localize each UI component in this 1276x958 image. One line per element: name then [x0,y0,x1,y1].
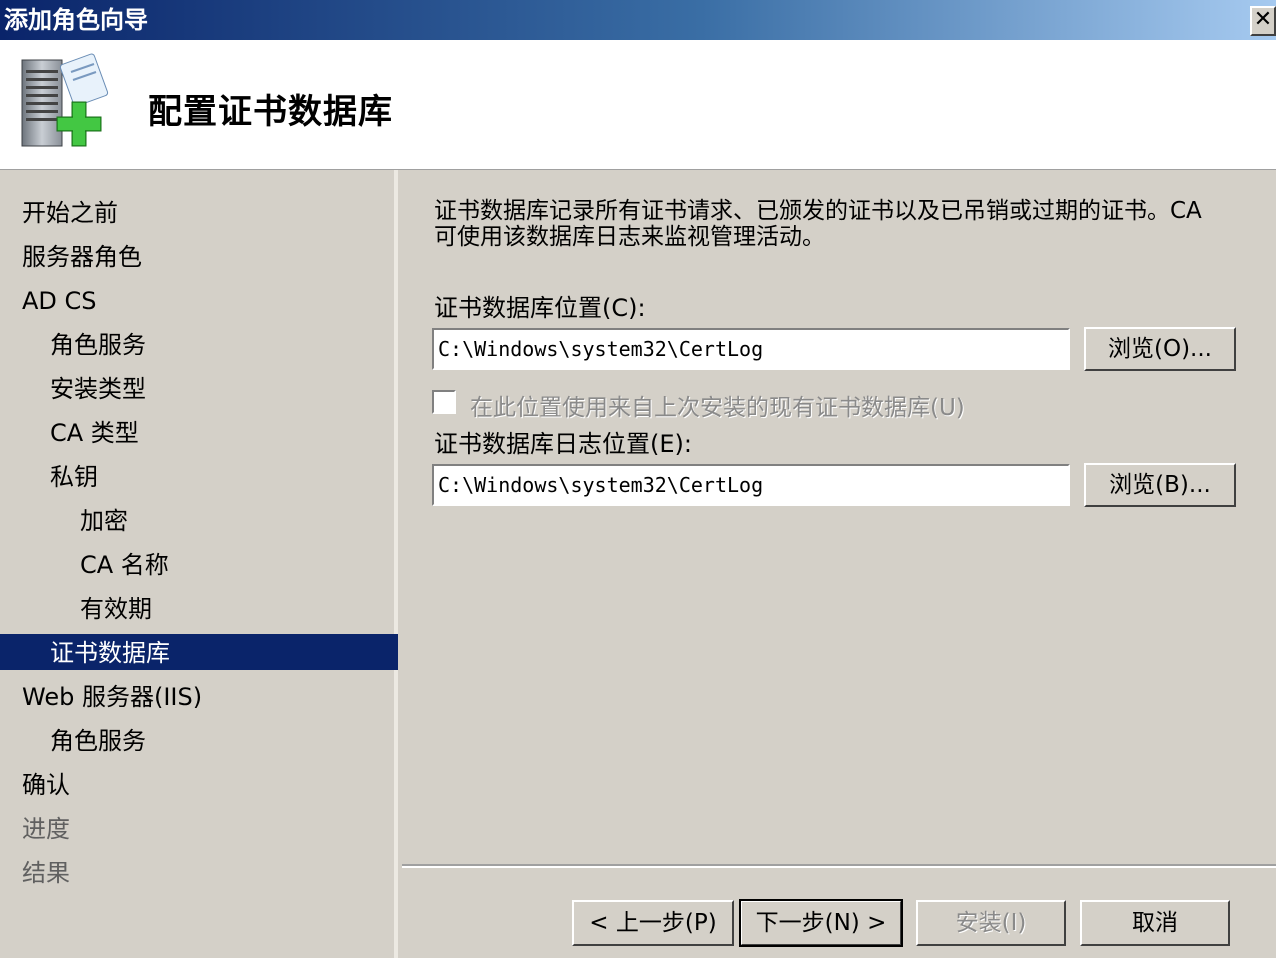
nav-item-iis-role-services[interactable]: 角色服务 [0,722,398,760]
nav-item-ca-name[interactable]: CA 名称 [0,546,398,584]
nav-item-ad-cs[interactable]: AD CS [0,282,398,320]
nav-item-before-you-begin[interactable]: 开始之前 [0,194,398,232]
db-location-label: 证书数据库位置(C): [434,294,646,322]
log-location-label: 证书数据库日志位置(E): [434,430,692,458]
use-existing-db-checkbox[interactable] [432,390,456,414]
install-button: 安装(I) [916,900,1066,946]
back-button[interactable]: < 上一步(P) [572,900,734,946]
nav-item-results: 结果 [22,859,70,887]
window-title: 添加角色向导 [4,6,148,34]
nav-item-confirmation[interactable]: 确认 [0,766,398,804]
nav-item-setup-type[interactable]: 安装类型 [0,370,398,408]
wizard-header: 配置证书数据库 [0,40,1276,170]
nav-item-cryptography[interactable]: 加密 [0,502,398,540]
nav-item-certificate-database[interactable]: 证书数据库 [0,634,398,670]
wizard-footer: < 上一步(P) 下一步(N) > 安装(I) 取消 [402,864,1276,958]
nav-item-validity-period[interactable]: 有效期 [0,590,398,628]
close-button[interactable]: ✕ [1250,6,1276,36]
wizard-content: 证书数据库记录所有证书请求、已颁发的证书以及已吊销或过期的证书。CA 可使用该数… [402,170,1276,866]
use-existing-db-label: 在此位置使用来自上次安装的现有证书数据库(U) [470,395,965,421]
cancel-button[interactable]: 取消 [1080,900,1230,946]
browse-db-button[interactable]: 浏览(O)... [1084,327,1236,371]
close-icon: ✕ [1253,7,1273,32]
description-line-1: 证书数据库记录所有证书请求、已颁发的证书以及已吊销或过期的证书。CA [434,198,1202,224]
page-description: 证书数据库记录所有证书请求、已颁发的证书以及已吊销或过期的证书。CA 可使用该数… [434,198,1254,250]
window-title-bar[interactable]: 添加角色向导 ✕ [0,0,1276,40]
page-title: 配置证书数据库 [148,92,393,132]
nav-item-role-services[interactable]: 角色服务 [0,326,398,364]
nav-item-progress: 进度 [22,815,70,843]
wizard-nav: 开始之前 服务器角色 AD CS 角色服务 安装类型 CA 类型 私钥 加密 C… [0,170,398,958]
nav-item-ca-type[interactable]: CA 类型 [0,414,398,452]
browse-log-button[interactable]: 浏览(B)... [1084,463,1236,507]
log-location-input[interactable]: C:\Windows\system32\CertLog [432,464,1070,506]
db-location-input[interactable]: C:\Windows\system32\CertLog [432,328,1070,370]
nav-item-server-roles[interactable]: 服务器角色 [0,238,398,276]
server-add-role-icon [21,53,109,147]
description-line-2: 可使用该数据库日志来监视管理活动。 [434,224,825,250]
nav-item-web-server-iis[interactable]: Web 服务器(IIS) [0,678,398,716]
footer-divider [402,864,1276,866]
nav-item-private-key[interactable]: 私钥 [0,458,398,496]
next-button[interactable]: 下一步(N) > [739,899,903,947]
